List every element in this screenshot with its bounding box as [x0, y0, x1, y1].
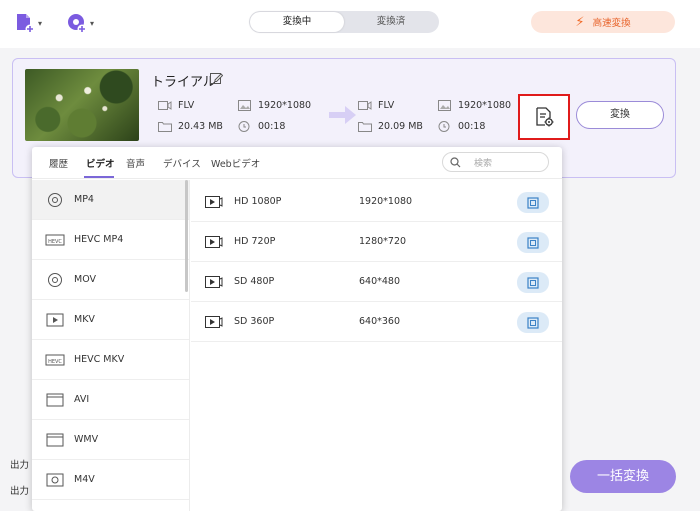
clapper-icon — [45, 392, 65, 408]
lightning-icon: ⚡ — [575, 14, 585, 30]
video-icon — [45, 472, 65, 488]
source-duration: 00:18 — [238, 121, 285, 132]
edit-preset-button[interactable] — [517, 312, 549, 333]
edit-icon[interactable] — [209, 71, 223, 85]
hevc-icon: HEVC — [45, 232, 65, 248]
preset-row[interactable]: HD 720P 1280*720 — [191, 222, 562, 262]
format-list-scrollbar[interactable] — [185, 180, 188, 292]
format-item-mov[interactable]: MOV — [32, 260, 189, 300]
clock-icon — [238, 121, 250, 132]
hevc-icon: HEVC — [45, 352, 65, 368]
output-location-label: 出力 — [10, 486, 30, 497]
clapper-icon — [45, 432, 65, 448]
add-disc-button[interactable]: ▾ — [66, 10, 102, 36]
preset-row[interactable]: SD 360P 640*360 — [191, 302, 562, 342]
video-preset-icon — [205, 196, 223, 208]
file-settings-icon — [536, 107, 554, 127]
tab-converted[interactable]: 変換済 — [344, 12, 438, 32]
tab-converting[interactable]: 変換中 — [250, 12, 344, 32]
video-thumbnail[interactable] — [25, 69, 139, 141]
disc-icon — [45, 272, 65, 288]
format-item-avi[interactable]: AVI — [32, 380, 189, 420]
output-format-label: 出力 — [10, 460, 30, 471]
target-format[interactable]: FLV — [358, 100, 394, 111]
search-placeholder: 検索 — [474, 159, 493, 169]
preset-row[interactable]: SD 480P 640*480 — [191, 262, 562, 302]
video-preset-icon — [205, 276, 223, 288]
fast-convert-button[interactable]: ⚡ 高速変換 — [531, 11, 675, 33]
tab-history[interactable]: 履歴 — [49, 156, 68, 170]
active-tab-indicator — [84, 176, 114, 178]
output-settings-button[interactable] — [518, 94, 570, 140]
format-category-tabs: 履歴 ビデオ 音声 デバイス Webビデオ 検索 — [32, 147, 562, 179]
video-format-icon — [358, 101, 372, 110]
add-file-dropdown-caret[interactable]: ▾ — [38, 19, 42, 28]
clock-icon — [438, 121, 450, 132]
fast-convert-label: 高速変換 — [592, 18, 631, 29]
preset-row[interactable]: HD 1080P 1920*1080 — [191, 182, 562, 222]
svg-text:HEVC: HEVC — [48, 239, 62, 245]
target-size: 20.09 MB — [358, 121, 423, 132]
edit-preset-button[interactable] — [517, 232, 549, 253]
source-size: 20.43 MB — [158, 121, 223, 132]
file-title: トライアル — [151, 75, 216, 90]
folder-icon — [358, 122, 372, 132]
target-duration: 00:18 — [438, 121, 485, 132]
format-selector-popup: 履歴 ビデオ 音声 デバイス Webビデオ 検索 MP4 HEVC HEVC M… — [32, 147, 562, 511]
video-icon — [45, 312, 65, 328]
format-item-hevc-mp4[interactable]: HEVC HEVC MP4 — [32, 220, 189, 260]
convert-button[interactable]: 変換 — [576, 101, 664, 129]
image-icon — [238, 100, 251, 111]
svg-text:HEVC: HEVC — [48, 359, 62, 365]
edit-preset-icon — [527, 236, 539, 249]
image-icon — [438, 100, 451, 111]
tab-audio[interactable]: 音声 — [126, 156, 145, 170]
target-resolution: 1920*1080 — [438, 100, 511, 111]
add-file-icon — [17, 14, 35, 34]
format-item-hevc-mkv[interactable]: HEVC HEVC MKV — [32, 340, 189, 380]
status-tab-switch: 変換中 変換済 — [249, 11, 439, 33]
format-search-input[interactable]: 検索 — [442, 152, 549, 172]
format-item-m4v[interactable]: M4V — [32, 460, 189, 500]
top-toolbar: ▾ ▾ 変換中 変換済 ⚡ 高速変換 — [0, 0, 700, 48]
bulk-convert-button[interactable]: 一括変換 — [570, 460, 676, 493]
edit-preset-button[interactable] — [517, 192, 549, 213]
source-resolution: 1920*1080 — [238, 100, 311, 111]
video-format-icon — [158, 101, 172, 110]
video-preset-icon — [205, 316, 223, 328]
edit-preset-icon — [527, 196, 539, 209]
tab-device[interactable]: デバイス — [163, 156, 201, 170]
format-list: MP4 HEVC HEVC MP4 MOV MKV HEVC HEVC MKV … — [32, 180, 190, 511]
folder-icon — [158, 122, 172, 132]
format-item-mp4[interactable]: MP4 — [32, 180, 189, 220]
source-format: FLV — [158, 100, 194, 111]
edit-preset-icon — [527, 316, 539, 329]
video-preset-icon — [205, 236, 223, 248]
search-icon — [450, 157, 461, 168]
edit-preset-icon — [527, 276, 539, 289]
disc-icon — [45, 192, 65, 208]
add-file-button[interactable]: ▾ — [14, 10, 50, 36]
arrow-right-icon — [329, 106, 356, 124]
format-item-wmv[interactable]: WMV — [32, 420, 189, 460]
add-disc-dropdown-caret[interactable]: ▾ — [90, 19, 94, 28]
tab-web-video[interactable]: Webビデオ — [211, 156, 260, 170]
tab-video[interactable]: ビデオ — [86, 156, 115, 170]
add-disc-icon — [68, 14, 87, 34]
edit-preset-button[interactable] — [517, 272, 549, 293]
format-item-mkv[interactable]: MKV — [32, 300, 189, 340]
